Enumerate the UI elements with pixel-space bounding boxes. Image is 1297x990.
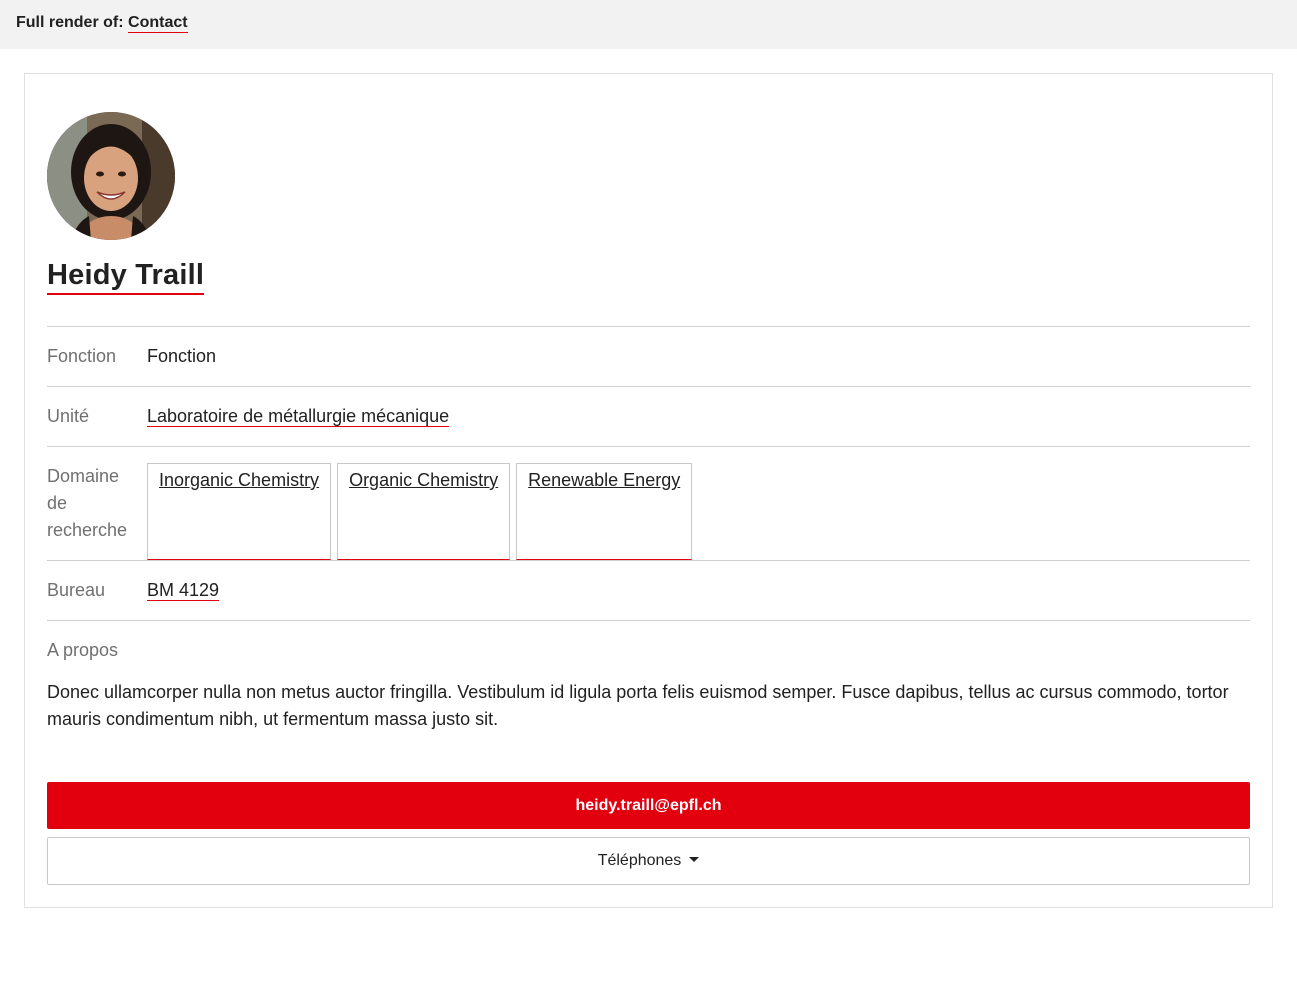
domaine-label-line: recherche xyxy=(47,520,128,540)
unite-label: Unité xyxy=(47,406,90,426)
details-table: Fonction Fonction Unité Laboratoire de m… xyxy=(47,326,1250,733)
email-button[interactable]: heidy.traill@epfl.ch xyxy=(47,782,1250,829)
apropos-text: Donec ullamcorper nulla non metus auctor… xyxy=(47,682,1229,729)
email-button-label: heidy.traill@epfl.ch xyxy=(575,797,722,814)
domaine-label-line: Domaine xyxy=(47,466,120,486)
domaine-label: Domaine de recherche xyxy=(47,447,147,560)
tag-renewable-energy[interactable]: Renewable Energy xyxy=(516,463,693,560)
domaine-label-line: de xyxy=(47,493,68,513)
research-tags: Inorganic Chemistry Organic Chemistry Re… xyxy=(147,447,693,560)
unite-link[interactable]: Laboratoire de métallurgie mécanique xyxy=(147,406,450,427)
caret-down-icon xyxy=(689,857,700,863)
portrait-photo xyxy=(47,112,175,240)
contact-link[interactable]: Contact xyxy=(128,14,188,33)
fonction-value: Fonction xyxy=(147,346,217,366)
person-name[interactable]: Heidy Traill xyxy=(47,257,205,295)
phones-button-label: Téléphones xyxy=(597,852,682,869)
row-unite: Unité Laboratoire de métallurgie mécaniq… xyxy=(47,386,1250,446)
apropos-label: A propos xyxy=(47,640,119,660)
fonction-label: Fonction xyxy=(47,346,117,366)
unite-value: Laboratoire de métallurgie mécanique xyxy=(147,387,450,446)
tag-organic-chemistry[interactable]: Organic Chemistry xyxy=(337,463,511,560)
contact-card: Heidy Traill Fonction Fonction Unité Lab… xyxy=(24,73,1273,908)
row-fonction: Fonction Fonction xyxy=(47,326,1250,386)
render-header: Full render of: Contact xyxy=(0,0,1297,49)
bureau-label: Bureau xyxy=(47,580,106,600)
row-apropos: A propos Donec ullamcorper nulla non met… xyxy=(47,620,1250,733)
row-domaine: Domaine de recherche Inorganic Chemistry… xyxy=(47,446,1250,560)
bureau-value: BM 4129 xyxy=(147,561,220,620)
row-bureau: Bureau BM 4129 xyxy=(47,560,1250,620)
phones-dropdown-button[interactable]: Téléphones xyxy=(47,837,1250,885)
bureau-link[interactable]: BM 4129 xyxy=(147,580,220,601)
avatar xyxy=(47,112,175,240)
render-header-prefix: Full render of: xyxy=(16,14,124,31)
tag-inorganic-chemistry[interactable]: Inorganic Chemistry xyxy=(147,463,332,560)
